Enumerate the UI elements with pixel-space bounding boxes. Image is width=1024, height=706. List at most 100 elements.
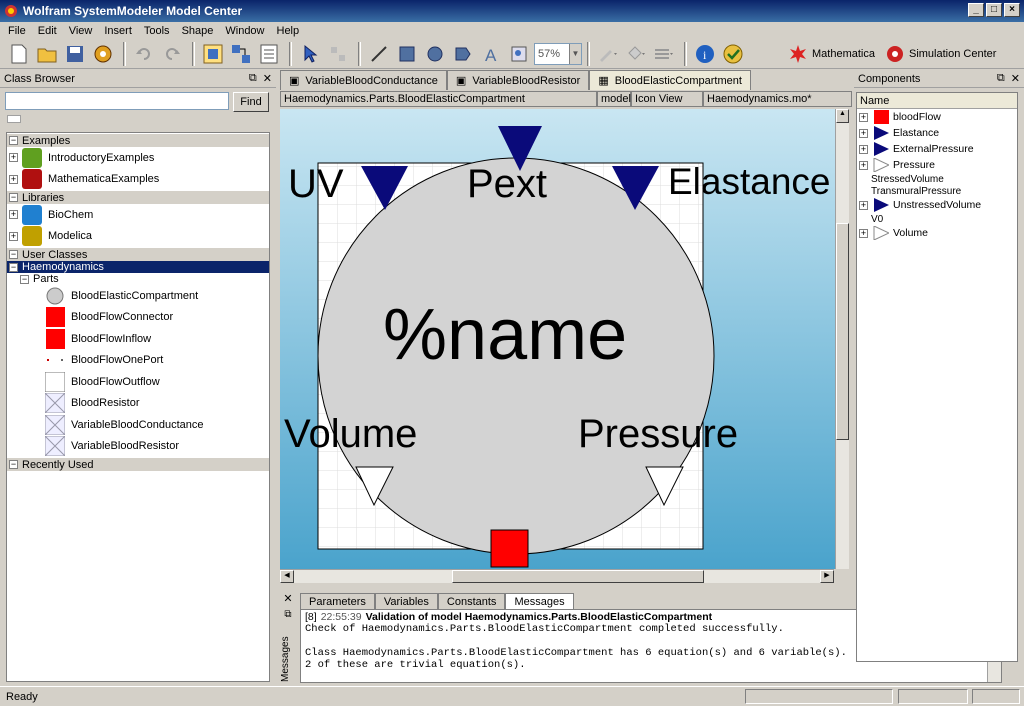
blood-flow-port-icon[interactable] (490, 529, 529, 568)
class-search-input[interactable] (5, 92, 229, 110)
menu-bar: File Edit View Insert Tools Shape Window… (0, 22, 1024, 39)
float-messages-icon[interactable]: ⧉ (278, 609, 298, 620)
text-tool-icon[interactable]: A (478, 41, 504, 67)
group-examples[interactable]: − Examples (7, 134, 269, 147)
polygon-tool-icon[interactable] (450, 41, 476, 67)
component-external-pressure[interactable]: + ExternalPressure (857, 141, 1017, 157)
find-button[interactable]: Find (233, 92, 269, 112)
menu-window[interactable]: Window (219, 25, 270, 37)
scroll-left-icon[interactable]: ◀ (280, 570, 294, 583)
view-mode[interactable]: Icon View (631, 91, 703, 107)
simulation-center-button[interactable]: Simulation Center (885, 44, 996, 64)
menu-tools[interactable]: Tools (138, 25, 176, 37)
tree-item-haemodynamics[interactable]: − Haemodynamics (7, 261, 269, 273)
part-variable-blood-resistor[interactable]: VariableBloodResistor (7, 436, 269, 458)
component-pressure[interactable]: + Pressure (857, 157, 1017, 173)
pointer-tool-icon[interactable] (297, 41, 323, 67)
open-folder-icon[interactable] (34, 41, 60, 67)
tree-item-biochem[interactable]: + BioChem (7, 204, 269, 226)
icon-view-canvas[interactable]: UV Pext Elastance %name Volume Pressure (280, 109, 835, 569)
part-blood-flow-inflow[interactable]: BloodFlowInflow (7, 328, 269, 350)
maximize-button[interactable]: □ (986, 3, 1002, 17)
horizontal-scroll-thumb[interactable] (452, 570, 704, 583)
menu-insert[interactable]: Insert (98, 25, 138, 37)
line-style-icon[interactable] (651, 41, 677, 67)
diagram-view-icon[interactable] (228, 41, 254, 67)
title-bar: Wolfram SystemModeler Model Center _ □ × (0, 0, 1024, 22)
components-list[interactable]: Name + bloodFlow + Elastance + ExternalPres… (856, 92, 1018, 662)
bitmap-tool-icon[interactable] (506, 41, 532, 67)
component-volume[interactable]: + Volume (857, 225, 1017, 241)
part-blood-elastic-compartment[interactable]: BloodElasticCompartment (7, 285, 269, 307)
redo-icon[interactable] (159, 41, 185, 67)
part-blood-flow-outflow[interactable]: BloodFlowOutflow (7, 371, 269, 393)
menu-help[interactable]: Help (271, 25, 306, 37)
chevron-down-icon[interactable]: ▼ (569, 43, 581, 64)
blue-triangle-icon (872, 126, 890, 140)
horizontal-scrollbar[interactable]: ◀ ▶ (280, 569, 834, 583)
close-panel-icon[interactable]: ✕ (1011, 72, 1020, 85)
collapse-all-button[interactable] (7, 115, 21, 123)
undo-icon[interactable] (131, 41, 157, 67)
class-tree[interactable]: − Examples + IntroductoryExamples + Mathema… (6, 132, 270, 682)
tab-variable-blood-conductance[interactable]: ▣ VariableBloodConductance (280, 70, 447, 90)
part-blood-flow-connector[interactable]: BloodFlowConnector (7, 307, 269, 329)
tree-item-modelica[interactable]: + Modelica (7, 226, 269, 248)
component-view-icon[interactable] (200, 41, 226, 67)
component-v0[interactable]: V0 (857, 213, 1017, 225)
menu-view[interactable]: View (63, 25, 99, 37)
status-field-1 (745, 689, 893, 704)
tab-blood-elastic-compartment[interactable]: ▦ BloodElasticCompartment (589, 70, 751, 90)
close-panel-icon[interactable]: ✕ (263, 72, 272, 85)
tab-variables[interactable]: Variables (374, 593, 438, 609)
float-panel-icon[interactable]: ⧉ (997, 72, 1005, 85)
fill-color-icon[interactable] (623, 41, 649, 67)
menu-file[interactable]: File (2, 25, 32, 37)
component-stressed-volume[interactable]: StressedVolume (857, 173, 1017, 185)
tab-messages[interactable]: Messages (505, 593, 574, 609)
rectangle-tool-icon[interactable] (394, 41, 420, 67)
close-messages-icon[interactable]: ✕ (278, 592, 298, 605)
menu-edit[interactable]: Edit (32, 25, 63, 37)
check-model-icon[interactable] (90, 41, 116, 67)
white-triangle-icon (872, 158, 890, 172)
tree-item-parts[interactable]: − Parts (7, 273, 269, 285)
group-recently-used[interactable]: − Recently Used (7, 458, 269, 471)
ellipse-tool-icon[interactable] (422, 41, 448, 67)
part-blood-resistor[interactable]: BloodResistor (7, 393, 269, 415)
message-time: 22:55:39 (320, 611, 362, 623)
float-panel-icon[interactable]: ⧉ (249, 72, 257, 85)
text-view-icon[interactable] (256, 41, 282, 67)
pen-color-icon[interactable] (595, 41, 621, 67)
group-libraries[interactable]: − Libraries (7, 191, 269, 204)
tab-constants[interactable]: Constants (437, 593, 506, 609)
info-icon[interactable]: i (692, 41, 718, 67)
component-blood-flow[interactable]: + bloodFlow (857, 109, 1017, 125)
component-elastance[interactable]: + Elastance (857, 125, 1017, 141)
save-icon[interactable] (62, 41, 88, 67)
connect-tool-icon[interactable] (325, 41, 351, 67)
group-user-classes[interactable]: − User Classes (7, 248, 269, 261)
variable-resistor-icon (44, 436, 66, 457)
part-blood-flow-one-port[interactable]: BloodFlowOnePort (7, 350, 269, 372)
components-column-header[interactable]: Name (857, 93, 1017, 109)
menu-shape[interactable]: Shape (176, 25, 220, 37)
minimize-button[interactable]: _ (968, 3, 984, 17)
tab-parameters[interactable]: Parameters (300, 593, 375, 609)
validate-check-icon[interactable] (720, 41, 746, 67)
line-tool-icon[interactable] (366, 41, 392, 67)
mathematica-button[interactable]: Mathematica (788, 44, 875, 64)
vertical-scrollbar[interactable]: ▲ (835, 109, 849, 569)
tree-item-mathematica-examples[interactable]: + MathematicaExamples (7, 169, 269, 191)
new-file-icon[interactable] (6, 41, 32, 67)
part-variable-blood-conductance[interactable]: VariableBloodConductance (7, 414, 269, 436)
zoom-select[interactable]: 57% ▼ (534, 42, 582, 65)
scroll-up-icon[interactable]: ▲ (836, 109, 849, 123)
close-window-button[interactable]: × (1004, 3, 1020, 17)
vertical-scroll-thumb[interactable] (836, 223, 849, 440)
tab-variable-blood-resistor[interactable]: ▣ VariableBloodResistor (446, 70, 590, 90)
component-unstressed-volume[interactable]: + UnstressedVolume (857, 197, 1017, 213)
tree-item-introductory-examples[interactable]: + IntroductoryExamples (7, 147, 269, 169)
component-transmural-pressure[interactable]: TransmuralPressure (857, 185, 1017, 197)
scroll-right-icon[interactable]: ▶ (820, 570, 834, 583)
